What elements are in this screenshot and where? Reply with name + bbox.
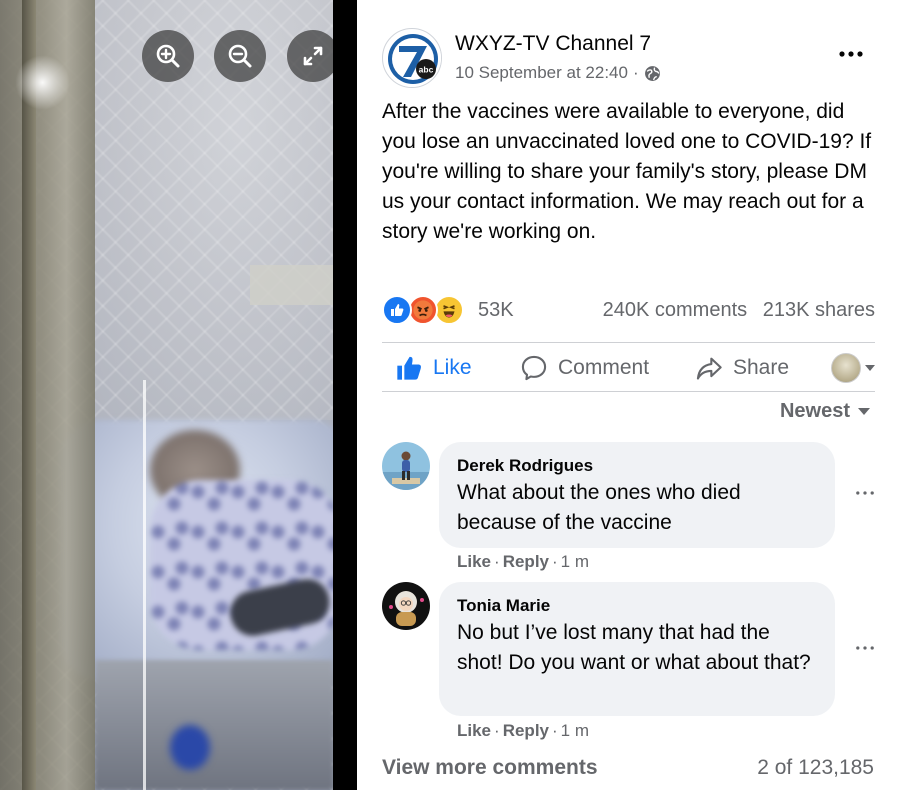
haha-reaction-icon — [434, 295, 464, 325]
post-text: After the vaccines were available to eve… — [382, 100, 872, 243]
globe-icon — [644, 65, 660, 81]
angry-reaction-icon — [408, 295, 438, 325]
avatar-cartoon-icon — [382, 582, 430, 630]
page-avatar[interactable]: abc — [382, 28, 442, 88]
share-icon — [696, 357, 722, 380]
thumbs-up-icon — [397, 356, 421, 380]
shares-count[interactable]: 213K shares — [763, 299, 875, 321]
comment-item: Derek Rodrigues What about the ones who … — [382, 442, 882, 572]
comment-actions: Like · Reply · 1 m — [457, 552, 590, 571]
comment-button[interactable]: Comment — [520, 343, 649, 393]
more-horizontal-icon — [856, 646, 874, 650]
caret-down-icon — [865, 365, 875, 371]
caret-down-icon — [858, 408, 870, 415]
comment-icon — [521, 355, 547, 381]
comment-actions: Like · Reply · 1 m — [457, 721, 590, 740]
zoom-out-icon — [228, 44, 252, 68]
photo-door-frame — [0, 0, 95, 790]
svg-text:abc: abc — [419, 65, 434, 75]
share-button[interactable]: Share — [695, 343, 789, 393]
comment-reply-link[interactable]: Reply — [503, 552, 549, 571]
zoom-in-icon — [156, 44, 180, 68]
like-button[interactable]: Like — [395, 343, 472, 393]
like-label: Like — [433, 356, 472, 379]
comment-text: What about the ones who died because of … — [457, 481, 741, 534]
comment-more-button[interactable] — [850, 483, 880, 503]
view-more-comments-link[interactable]: View more comments — [382, 756, 598, 780]
meta-separator: · — [632, 63, 639, 82]
photo-iv-tube — [143, 380, 146, 790]
photo-shelf — [250, 265, 333, 305]
comment-text: No but I’ve lost many that had the shot!… — [457, 621, 811, 674]
comment-bubble: Tonia Marie No but I’ve lost many that h… — [439, 582, 835, 716]
comment-time[interactable]: 1 m — [561, 552, 589, 571]
share-label: Share — [733, 356, 790, 379]
reaction-count[interactable]: 53K — [478, 299, 514, 322]
sort-label: Newest — [779, 400, 850, 422]
post-more-button[interactable] — [834, 42, 868, 66]
wxyz-logo-icon: abc — [384, 30, 441, 87]
avatar-photo-icon — [382, 442, 430, 490]
more-horizontal-icon — [839, 51, 863, 57]
photo-bed-rail — [95, 660, 333, 790]
reactions-summary: 53K 240K comments 213K shares — [382, 292, 875, 328]
comment-bubble: Derek Rodrigues What about the ones who … — [439, 442, 835, 548]
commenter-name[interactable]: Tonia Marie — [457, 594, 815, 618]
photo-panel-border — [333, 0, 357, 790]
fullscreen-icon — [303, 46, 323, 66]
fullscreen-button[interactable] — [287, 30, 333, 82]
page-name[interactable]: WXYZ-TV Channel 7 — [455, 32, 651, 56]
comment-reply-link[interactable]: Reply — [503, 721, 549, 740]
post-stats: 240K comments 213K shares — [593, 299, 875, 322]
comment-item: Tonia Marie No but I’ve lost many that h… — [382, 582, 882, 742]
comment-count-label: 2 of 123,185 — [757, 756, 874, 779]
post-photo[interactable] — [0, 0, 333, 790]
comment-time[interactable]: 1 m — [561, 721, 589, 740]
post-header: abc WXYZ-TV Channel 7 10 September at 22… — [382, 28, 872, 90]
comment-like-link[interactable]: Like — [457, 552, 491, 571]
reaction-icons[interactable] — [382, 295, 470, 325]
comment-label: Comment — [558, 356, 650, 379]
post-panel: abc WXYZ-TV Channel 7 10 September at 22… — [357, 0, 898, 790]
react-as-selector[interactable] — [831, 353, 875, 383]
zoom-in-button[interactable] — [142, 30, 194, 82]
like-reaction-icon — [382, 295, 412, 325]
photo-blue-object — [170, 725, 210, 770]
user-avatar — [831, 353, 861, 383]
post-action-bar: Like Comment Share — [382, 342, 875, 392]
commenter-avatar[interactable] — [382, 442, 430, 490]
commenter-name[interactable]: Derek Rodrigues — [457, 454, 815, 478]
zoom-out-button[interactable] — [214, 30, 266, 82]
comment-more-button[interactable] — [850, 638, 880, 658]
photo-door-frame-edge — [22, 0, 36, 790]
comment-sort-dropdown[interactable]: Newest — [780, 400, 870, 423]
commenter-avatar[interactable] — [382, 582, 430, 630]
post-meta: 10 September at 22:40 · — [455, 63, 661, 83]
photo-controls — [0, 30, 333, 82]
comments-count[interactable]: 240K comments — [603, 299, 748, 321]
more-horizontal-icon — [856, 491, 874, 495]
post-timestamp[interactable]: 10 September at 22:40 — [455, 63, 628, 83]
comment-like-link[interactable]: Like — [457, 721, 491, 740]
